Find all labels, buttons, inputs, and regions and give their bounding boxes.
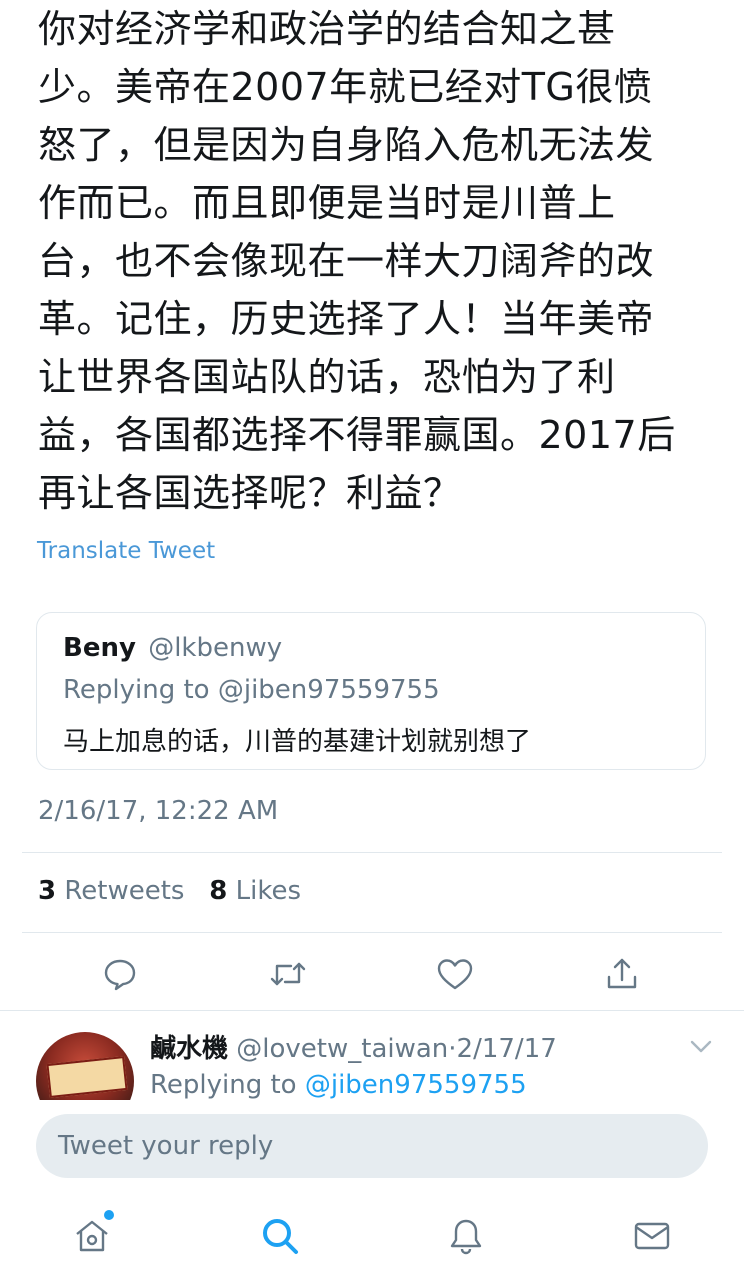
likes-label: Likes [235, 876, 301, 906]
share-icon [607, 958, 637, 989]
retweet-button[interactable] [264, 950, 312, 998]
quoted-tweet-header: Beny @lkbenwy [63, 633, 282, 663]
tab-home[interactable] [64, 1208, 120, 1264]
search-icon [263, 1219, 298, 1254]
divider [22, 932, 722, 933]
quoted-author-name: Beny [63, 633, 136, 663]
quoted-author-handle: @lkbenwy [148, 633, 283, 663]
bottom-tab-bar [0, 1190, 744, 1280]
avatar-sign-shape [46, 1056, 128, 1098]
quoted-tweet-card[interactable]: Beny @lkbenwy Replying to @jiben97559755… [36, 612, 706, 770]
reply-date: 2/17/17 [456, 1034, 557, 1064]
likes-stat[interactable]: 8 Likes [209, 876, 301, 906]
replying-to-label: Replying to [150, 1070, 297, 1100]
reply-tweet[interactable]: 鹹水機 @lovetw_taiwan·2/17/17 Replying to @… [0, 1012, 744, 1102]
notification-dot [104, 1210, 114, 1220]
translate-tweet-link[interactable]: Translate Tweet [37, 538, 215, 564]
reply-button[interactable] [96, 950, 144, 998]
share-button[interactable] [598, 950, 646, 998]
replying-to-mention[interactable]: @jiben97559755 [305, 1070, 527, 1100]
like-button[interactable] [431, 950, 479, 998]
reply-composer: Tweet your reply [0, 1100, 744, 1190]
reply-date-separator: · [448, 1034, 457, 1064]
retweets-count: 3 [38, 876, 57, 906]
tweet-actions [0, 944, 744, 1004]
tweet-timestamp: 2/16/17, 12:22 AM [38, 796, 279, 826]
heart-icon [437, 959, 473, 990]
tweet-text: 你对经济学和政治学的结合知之甚 少。美帝在2007年就已经对TG很愤 怒了，但是… [38, 7, 676, 515]
home-icon [76, 1220, 108, 1252]
retweets-stat[interactable]: 3 Retweets [38, 876, 184, 906]
reply-header: 鹹水機 @lovetw_taiwan·2/17/17 [150, 1028, 557, 1065]
tweet-reply-input[interactable]: Tweet your reply [36, 1114, 708, 1178]
comment-icon [104, 959, 136, 991]
tab-search[interactable] [252, 1208, 308, 1264]
reply-author-name: 鹹水機 [150, 1034, 229, 1064]
retweets-label: Retweets [64, 876, 185, 906]
tweet-stats: 3 Retweets 8 Likes [38, 876, 301, 906]
reply-replying-to: Replying to @jiben97559755 [150, 1070, 527, 1100]
more-options-button[interactable] [688, 1036, 714, 1060]
tab-messages[interactable] [624, 1208, 680, 1264]
quoted-tweet-text: 马上加息的话，川普的基建计划就别想了 [63, 727, 532, 757]
tab-notifications[interactable] [438, 1208, 494, 1264]
quoted-replying-to: Replying to @jiben97559755 [63, 675, 440, 705]
chevron-down-icon [690, 1040, 712, 1053]
divider [0, 1010, 744, 1011]
likes-count: 8 [209, 876, 228, 906]
divider [22, 852, 722, 853]
retweet-icon [270, 962, 306, 986]
mail-icon [634, 1222, 670, 1250]
reply-author-handle: @lovetw_taiwan [236, 1034, 449, 1064]
bell-icon [450, 1219, 482, 1255]
avatar[interactable] [36, 1032, 134, 1102]
